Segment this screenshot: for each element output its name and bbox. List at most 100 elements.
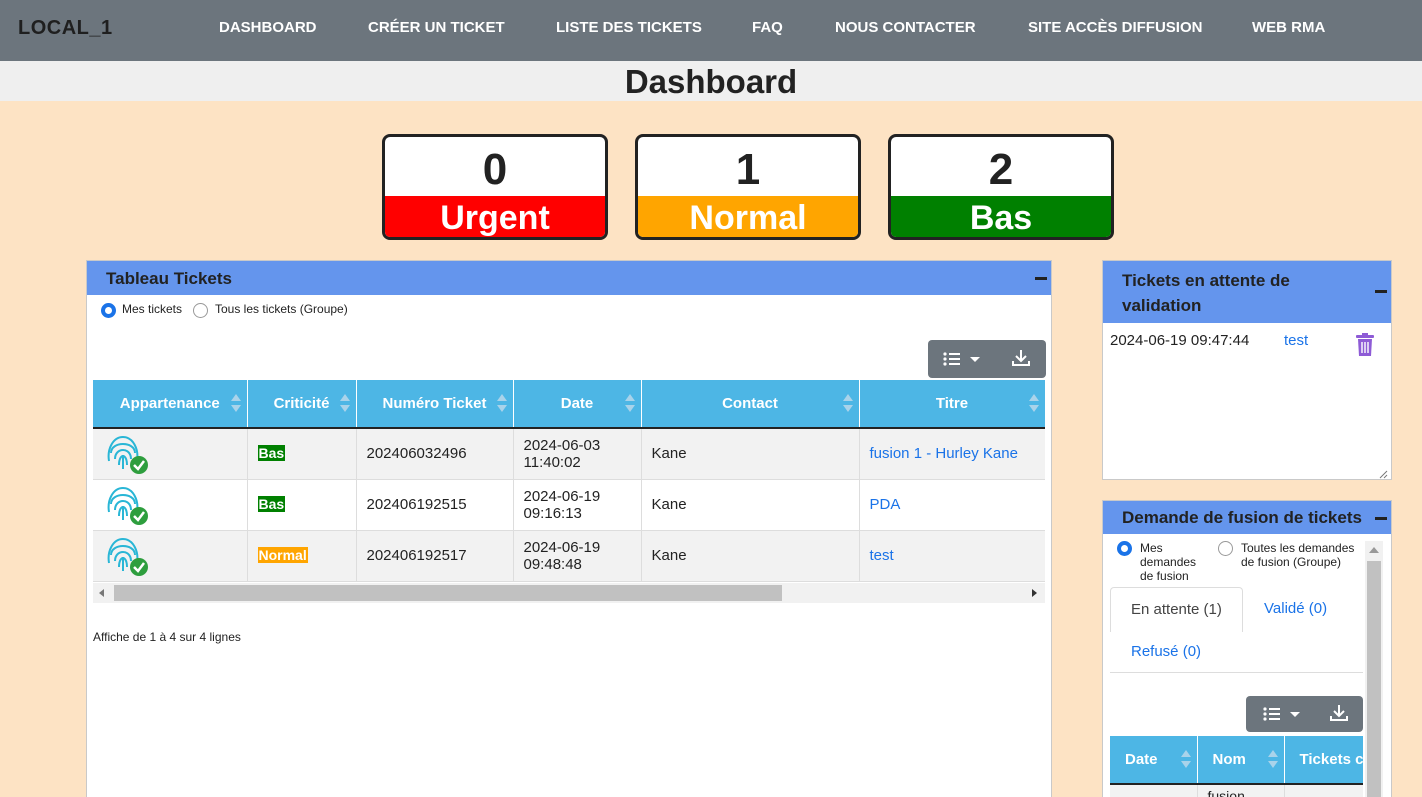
validation-panel: Tickets en attente de validation 2024-06…: [1102, 260, 1392, 480]
col-titre[interactable]: Titre: [859, 380, 1045, 429]
sort-icon: [1267, 750, 1278, 770]
fusion-panel-title: Demande de fusion de tickets: [1122, 508, 1362, 527]
scroll-up-icon[interactable]: [1369, 547, 1379, 553]
ticket-time: 09:48:48: [523, 555, 582, 573]
stat-count: 0: [482, 145, 508, 194]
radio-my-fusion-label[interactable]: Mes demandes de fusion: [1140, 541, 1196, 583]
fingerprint-check-icon: [103, 533, 149, 579]
nav-contact[interactable]: NOUS CONTACTER: [835, 19, 976, 36]
nav-dashboard[interactable]: DASHBOARD: [219, 19, 317, 36]
nav-faq[interactable]: FAQ: [752, 19, 783, 36]
sort-icon: [339, 394, 350, 414]
ticket-number: 202406032496: [356, 428, 514, 480]
nav-web-rma[interactable]: WEB RMA: [1252, 19, 1325, 36]
col-nom[interactable]: Nom: [1197, 736, 1285, 785]
ticket-date: 2024-06-03: [523, 436, 601, 454]
radio-group-fusion[interactable]: [1218, 541, 1233, 556]
col-contact[interactable]: Contact: [641, 380, 860, 429]
pagination-info: Affiche de 1 à 4 sur 4 lignes: [93, 630, 241, 644]
col-date[interactable]: Date: [513, 380, 642, 429]
stat-count: 1: [735, 145, 761, 194]
fusion-name: fusion: [1197, 784, 1285, 797]
scroll-thumb[interactable]: [114, 585, 782, 601]
sort-icon: [496, 394, 507, 414]
radio-group-tickets-label[interactable]: Tous les tickets (Groupe): [215, 302, 348, 316]
collapse-icon[interactable]: [1035, 277, 1047, 280]
list-icon: [1263, 707, 1300, 721]
table-row[interactable]: 2024-06 fusion: [1110, 784, 1363, 797]
ticket-title-link[interactable]: PDA: [870, 496, 901, 513]
horizontal-scrollbar[interactable]: [93, 583, 1045, 603]
ticket-number: 202406192515: [356, 479, 514, 531]
radio-my-fusion[interactable]: [1117, 541, 1132, 556]
tab-pending[interactable]: En attente (1): [1110, 587, 1243, 632]
brand-logo[interactable]: LOCAL_1: [18, 17, 113, 40]
fusion-date: 2024-06: [1110, 784, 1198, 797]
sort-icon: [230, 394, 241, 414]
columns-menu-button[interactable]: [1262, 705, 1302, 723]
validation-datetime: 2024-06-19 09:47:44: [1110, 332, 1250, 349]
col-appartenance[interactable]: Appartenance: [93, 380, 248, 429]
validation-ticket-link[interactable]: test: [1284, 332, 1308, 349]
fusion-panel-header: Demande de fusion de tickets: [1103, 501, 1391, 534]
tab-validated[interactable]: Validé (0): [1264, 600, 1327, 617]
col-tickets[interactable]: Tickets c: [1284, 736, 1363, 785]
resize-handle-icon[interactable]: [1378, 466, 1388, 479]
collapse-icon[interactable]: [1375, 517, 1387, 520]
criticality-badge: Normal: [257, 547, 308, 563]
radio-group-fusion-label[interactable]: Toutes les demandes de fusion (Groupe): [1241, 541, 1354, 569]
download-icon: [1330, 705, 1348, 721]
nav-create-ticket[interactable]: CRÉER UN TICKET: [368, 19, 505, 36]
list-icon: [943, 352, 980, 366]
validation-panel-title: Tickets en attente de validation: [1122, 271, 1290, 315]
scroll-left-icon[interactable]: [99, 589, 104, 597]
fusion-table-wrapper: Date Nom Tickets c 2024-06 fusion: [1110, 736, 1363, 797]
tickets-table: Appartenance Criticité Numéro Ticket Dat…: [93, 380, 1045, 582]
radio-my-tickets[interactable]: [101, 303, 116, 318]
stat-label: Bas: [891, 196, 1111, 237]
tickets-panel-title: Tableau Tickets: [106, 269, 232, 288]
col-criticite[interactable]: Criticité: [247, 380, 357, 429]
sort-icon: [624, 394, 635, 414]
download-button[interactable]: [1011, 348, 1031, 368]
stat-count: 2: [988, 145, 1014, 194]
stat-card-normal[interactable]: 1 Normal: [635, 134, 861, 240]
navbar: LOCAL_1 DASHBOARD CRÉER UN TICKET LISTE …: [0, 0, 1422, 61]
title-bar: Dashboard: [0, 61, 1422, 101]
download-button[interactable]: [1329, 703, 1349, 723]
ticket-contact: Kane: [641, 530, 860, 582]
tickets-panel: Tableau Tickets Mes tickets Tous les tic…: [86, 260, 1052, 797]
criticality-badge: Bas: [257, 496, 286, 512]
radio-group-tickets[interactable]: [193, 303, 208, 318]
validation-panel-header: Tickets en attente de validation: [1103, 261, 1391, 323]
tickets-panel-header: Tableau Tickets: [87, 261, 1051, 295]
nav-broadcast-site[interactable]: SITE ACCÈS DIFFUSION: [1028, 19, 1202, 36]
ticket-contact: Kane: [641, 428, 860, 480]
sort-icon: [1028, 394, 1039, 414]
criticality-badge: Bas: [257, 445, 286, 462]
scroll-right-icon[interactable]: [1032, 589, 1037, 597]
col-date[interactable]: Date: [1110, 736, 1198, 785]
radio-my-tickets-label[interactable]: Mes tickets: [122, 302, 182, 316]
download-icon: [1012, 350, 1030, 366]
table-row[interactable]: Bas 202406192515 2024-06-19 09:16:13 Kane…: [93, 479, 1045, 531]
trash-icon[interactable]: [1355, 333, 1375, 357]
col-numero[interactable]: Numéro Ticket: [356, 380, 514, 429]
ticket-time: 09:16:13: [523, 504, 582, 522]
table-row[interactable]: Bas 202406032496 2024-06-03 11:40:02 Kane…: [93, 428, 1045, 480]
ticket-contact: Kane: [641, 479, 860, 531]
nav-ticket-list[interactable]: LISTE DES TICKETS: [556, 19, 702, 36]
vertical-scrollbar[interactable]: [1365, 541, 1383, 797]
table-row[interactable]: Normal 202406192517 2024-06-19 09:48:48 K…: [93, 530, 1045, 582]
stat-card-bas[interactable]: 2 Bas: [888, 134, 1114, 240]
ticket-number: 202406192517: [356, 530, 514, 582]
ticket-title-link[interactable]: fusion 1 - Hurley Kane: [870, 445, 1018, 462]
columns-menu-button[interactable]: [942, 350, 982, 368]
scroll-thumb[interactable]: [1367, 561, 1381, 797]
ticket-title-link[interactable]: test: [870, 547, 894, 564]
tab-refused[interactable]: Refusé (0): [1131, 643, 1201, 660]
tickets-table-wrapper: Appartenance Criticité Numéro Ticket Dat…: [93, 380, 1045, 583]
stat-card-urgent[interactable]: 0 Urgent: [382, 134, 608, 240]
fingerprint-check-icon: [103, 431, 149, 477]
collapse-icon[interactable]: [1375, 290, 1387, 293]
